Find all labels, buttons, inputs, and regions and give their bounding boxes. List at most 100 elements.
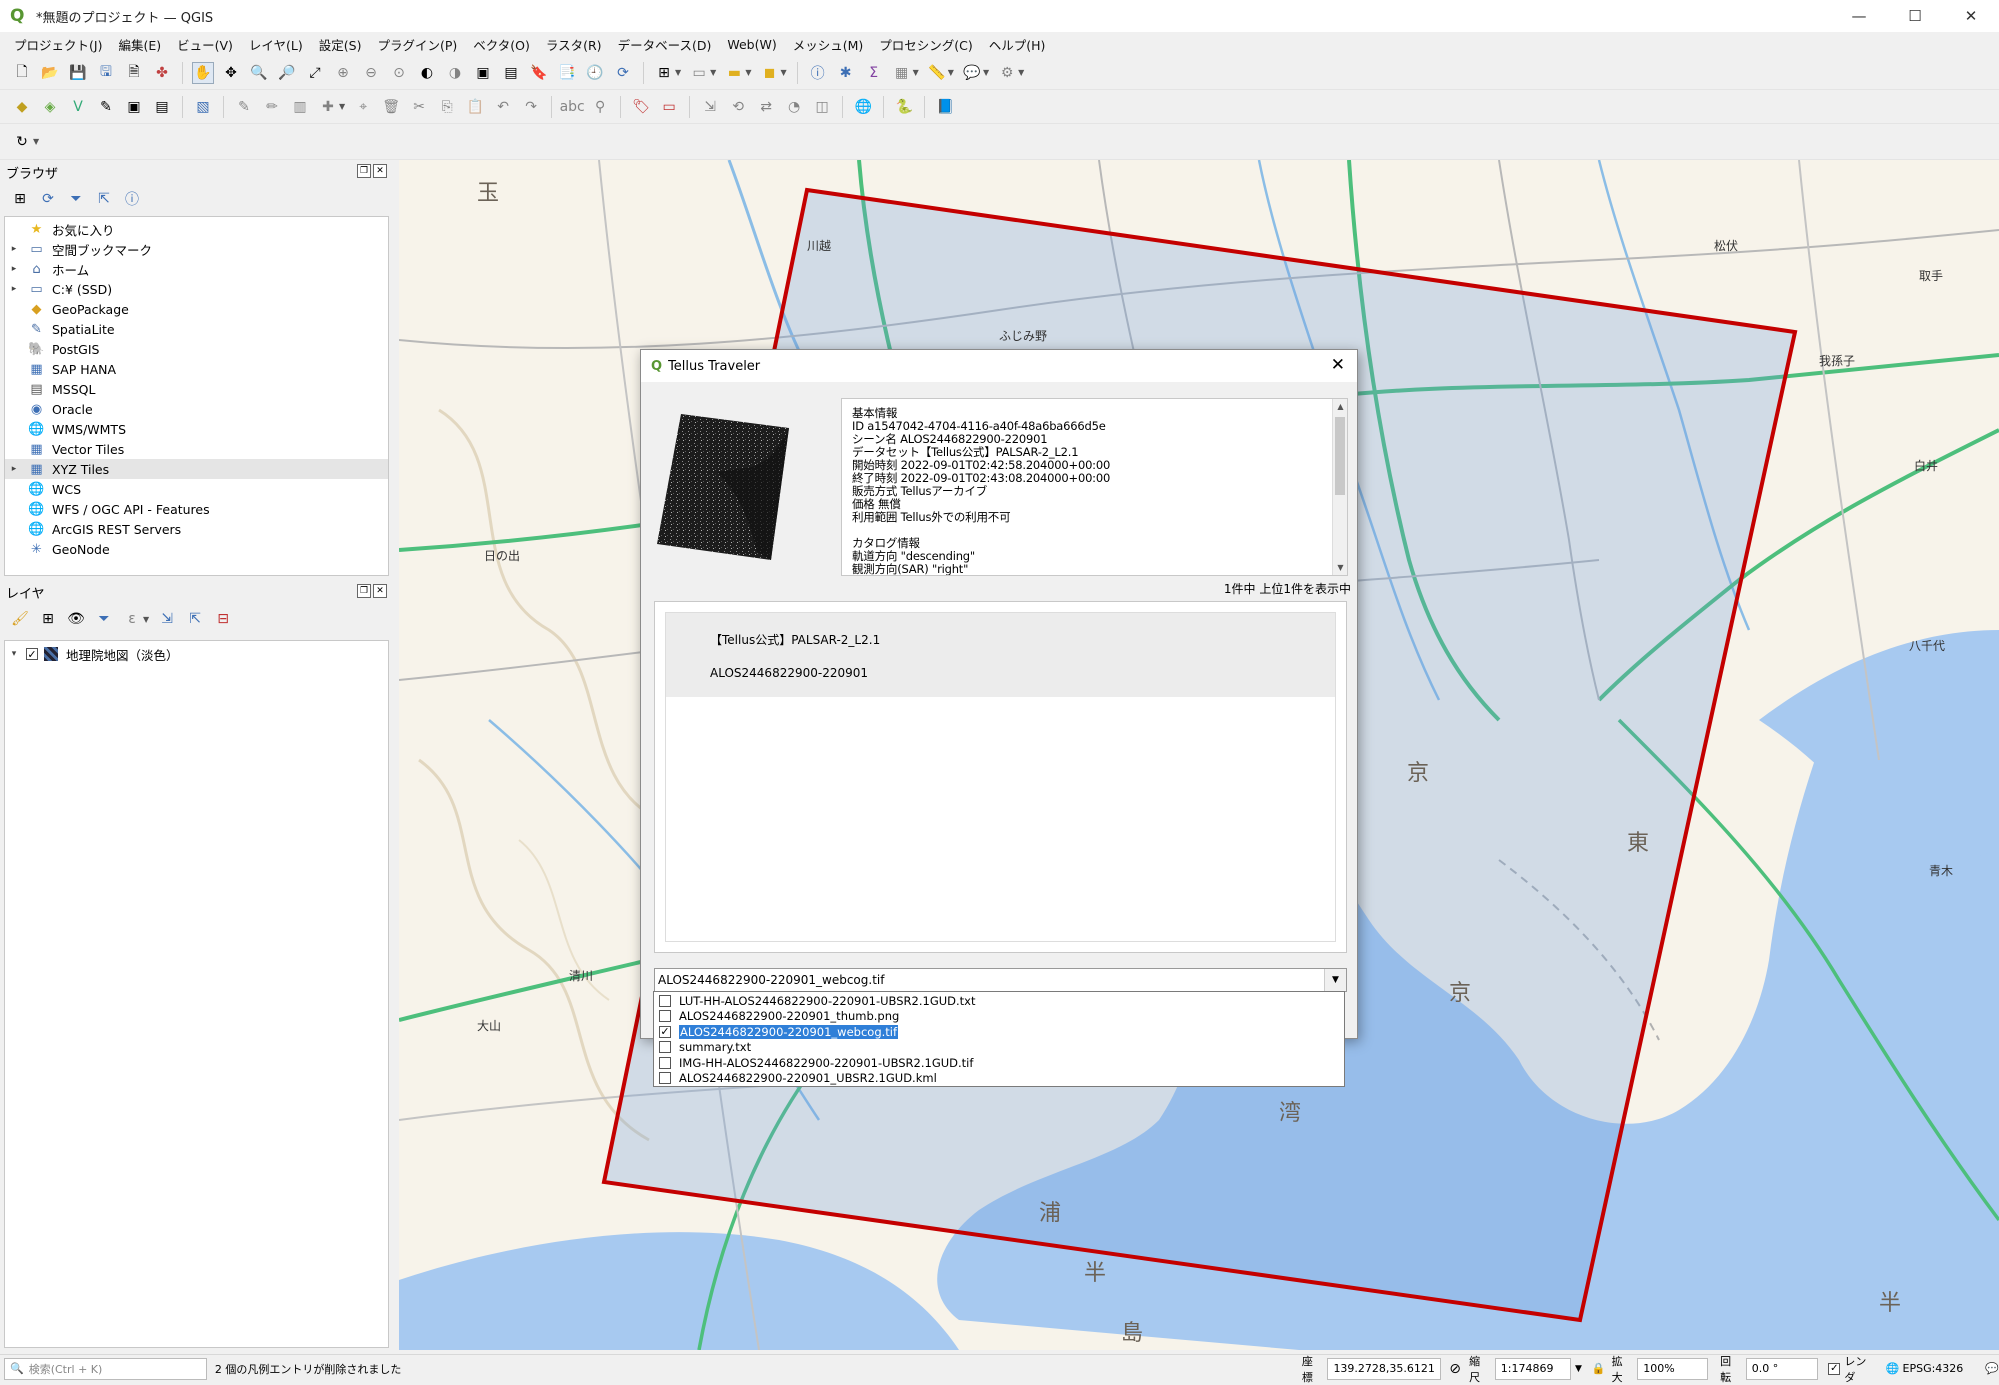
diagram-icon[interactable]: ◔ [783,96,805,118]
layer-visibility-checkbox[interactable]: ✓ [26,648,38,660]
menu-item[interactable]: 設定(S) [311,35,370,54]
filter-browser-icon[interactable]: ⏷ [65,188,87,210]
menu-item[interactable]: メッシュ(M) [785,35,872,54]
select-by-value-icon[interactable]: ▬ [723,62,745,84]
coordinate-field[interactable]: 139.2728,35.6121 [1327,1357,1442,1380]
result-card[interactable]: 【Tellus公式】PALSAR-2_L2.1 ALOS2446822900-2… [666,613,1335,697]
add-selected-layers-icon[interactable]: ⊞ [9,188,31,210]
file-option-checkbox[interactable] [659,1010,671,1023]
browser-item[interactable]: 🌐 WCS [5,479,388,499]
zoom-full-icon[interactable]: ⤢ [304,62,326,84]
file-option[interactable]: IMG-HH-ALOS2446822900-220901-UBSR2.1GUD.… [654,1055,1344,1071]
map-tips-icon[interactable]: 💬 [961,62,983,84]
scale-dropdown-arrow-icon[interactable]: ▼ [1575,1364,1582,1374]
data-source-manager-icon[interactable]: ◆ [11,96,33,118]
copy-features-icon[interactable]: ⎘ [436,96,458,118]
menu-item[interactable]: プラグイン(P) [369,35,465,54]
crs-label[interactable]: EPSG:4326 [1903,1362,1964,1375]
browser-item[interactable]: 🌐 WMS/WMTS [5,419,388,439]
zoom-selection-icon[interactable]: ⊕ [332,62,354,84]
new-map-view-icon[interactable]: ▣ [472,62,494,84]
enable-properties-icon[interactable]: ⓘ [121,188,143,210]
browser-item[interactable]: 🌐 WFS / OGC API - Features [5,499,388,519]
browser-item[interactable]: ▦ Vector Tiles [5,439,388,459]
zoom-layer-icon[interactable]: ⊖ [360,62,382,84]
globe-plugin-icon[interactable]: 🌐 [852,96,874,118]
browser-item[interactable]: ▸ ▭ 空間ブックマーク [5,239,388,259]
change-label-icon[interactable]: ⇄ [755,96,777,118]
dialog-close-button[interactable]: ✕ [1331,355,1345,375]
browser-item[interactable]: 🐘 PostGIS [5,339,388,359]
temporal-controller-icon[interactable]: 🕘 [584,62,606,84]
open-layer-styling-icon[interactable]: 🖌 [9,608,31,630]
label-pin-icon[interactable]: ⚲ [589,96,611,118]
scene-info-panel[interactable]: 基本情報 ID a1547042-4704-4116-a40f-48a6ba66… [841,398,1348,576]
expand-all-icon[interactable]: ⇲ [156,608,178,630]
new-project-icon[interactable]: 🗋 [11,62,33,84]
scroll-up-icon[interactable]: ▲ [1333,399,1347,414]
add-vector-layer-icon[interactable]: ◈ [39,96,61,118]
expand-arrow-icon[interactable]: ▸ [8,244,20,254]
save-project-icon[interactable]: 💾 [67,62,89,84]
menu-item[interactable]: レイヤ(L) [241,35,311,54]
scale-field[interactable]: 1:174869 [1494,1357,1571,1380]
browser-item[interactable]: ▤ MSSQL [5,379,388,399]
toggle-extents-icon[interactable]: ⊘ [1444,1358,1466,1380]
file-option-checkbox[interactable] [659,1072,671,1085]
file-option-checkbox[interactable] [659,1041,671,1054]
file-option[interactable]: ALOS2446822900-220901_UBSR2.1GUD.kml [654,1071,1344,1087]
cut-features-icon[interactable]: ✂ [408,96,430,118]
reload-plugin-icon[interactable]: ↻ [11,131,33,153]
paste-features-icon[interactable]: 📋 [464,96,486,118]
identify-icon[interactable]: ⓘ [807,62,829,84]
expand-arrow-icon[interactable]: ▸ [8,264,20,274]
current-edits-icon[interactable]: ✎ [233,96,255,118]
move-label-icon[interactable]: ⇲ [699,96,721,118]
crs-globe-icon[interactable]: 🌐 [1886,1362,1900,1375]
measure-line-icon[interactable]: 📏 [926,62,948,84]
browser-item[interactable]: 🌐 ArcGIS REST Servers [5,519,388,539]
print-layout-icon[interactable]: 🗎 [123,62,145,84]
menu-item[interactable]: データベース(D) [610,35,720,54]
zoom-next-icon[interactable]: ◑ [444,62,466,84]
new-shapefile-icon[interactable]: ✎ [95,96,117,118]
file-option[interactable]: ✓ ALOS2446822900-220901_webcog.tif [654,1024,1344,1040]
lock-scale-icon[interactable]: 🔒 [1592,1362,1606,1375]
file-option-checkbox[interactable]: ✓ [659,1025,671,1038]
label-highlight-icon[interactable]: ▭ [658,96,680,118]
browser-item[interactable]: ✳ GeoNode [5,539,388,559]
add-raster-layer-icon[interactable]: V [67,96,89,118]
zoom-in-icon[interactable]: 🔍 [248,62,270,84]
show-bookmarks-icon[interactable]: 📑 [556,62,578,84]
browser-item[interactable]: ▦ SAP HANA [5,359,388,379]
rotation-field[interactable]: 0.0 ° [1745,1357,1819,1380]
open-project-icon[interactable]: 📂 [39,62,61,84]
browser-item[interactable]: ▸ ⌂ ホーム [5,259,388,279]
help-book-icon[interactable]: 📘 [934,96,956,118]
maximize-button[interactable]: ☐ [1887,0,1943,32]
messages-icon[interactable]: 💬 [1985,1362,1999,1375]
close-window-button[interactable]: ✕ [1943,0,1999,32]
expand-arrow-icon[interactable]: ▸ [8,464,20,474]
magnifier-field[interactable]: 100% [1637,1357,1709,1380]
zoom-native-icon[interactable]: ⊙ [388,62,410,84]
float-panel-icon[interactable]: ❐ [357,164,371,178]
zoom-out-icon[interactable]: 🔎 [276,62,298,84]
file-select-combo[interactable]: ALOS2446822900-220901_webcog.tif ▼ [654,968,1347,992]
new-temp-layer-icon[interactable]: ▤ [151,96,173,118]
save-edits-icon[interactable]: ▥ [289,96,311,118]
save-as-icon[interactable]: 🖫 [95,62,117,84]
layer-item[interactable]: ▾ ✓ 地理院地図（淡色） [5,644,388,664]
browser-refresh-icon[interactable]: ⟳ [37,188,59,210]
rotate-label-icon[interactable]: ⟲ [727,96,749,118]
statistical-summary-icon[interactable]: Σ [863,62,885,84]
new-bookmark-icon[interactable]: 🔖 [528,62,550,84]
expand-arrow-icon[interactable]: ▸ [8,284,20,294]
remove-layer-icon[interactable]: ⊟ [212,608,234,630]
menu-item[interactable]: 編集(E) [110,35,169,54]
close-panel-icon[interactable]: ✕ [373,164,387,178]
select-features-icon[interactable]: ▭ [688,62,710,84]
menu-item[interactable]: ベクタ(O) [465,35,538,54]
render-checkbox[interactable]: ✓ [1828,1362,1841,1375]
vertex-tool-icon[interactable]: ⌖ [352,96,374,118]
